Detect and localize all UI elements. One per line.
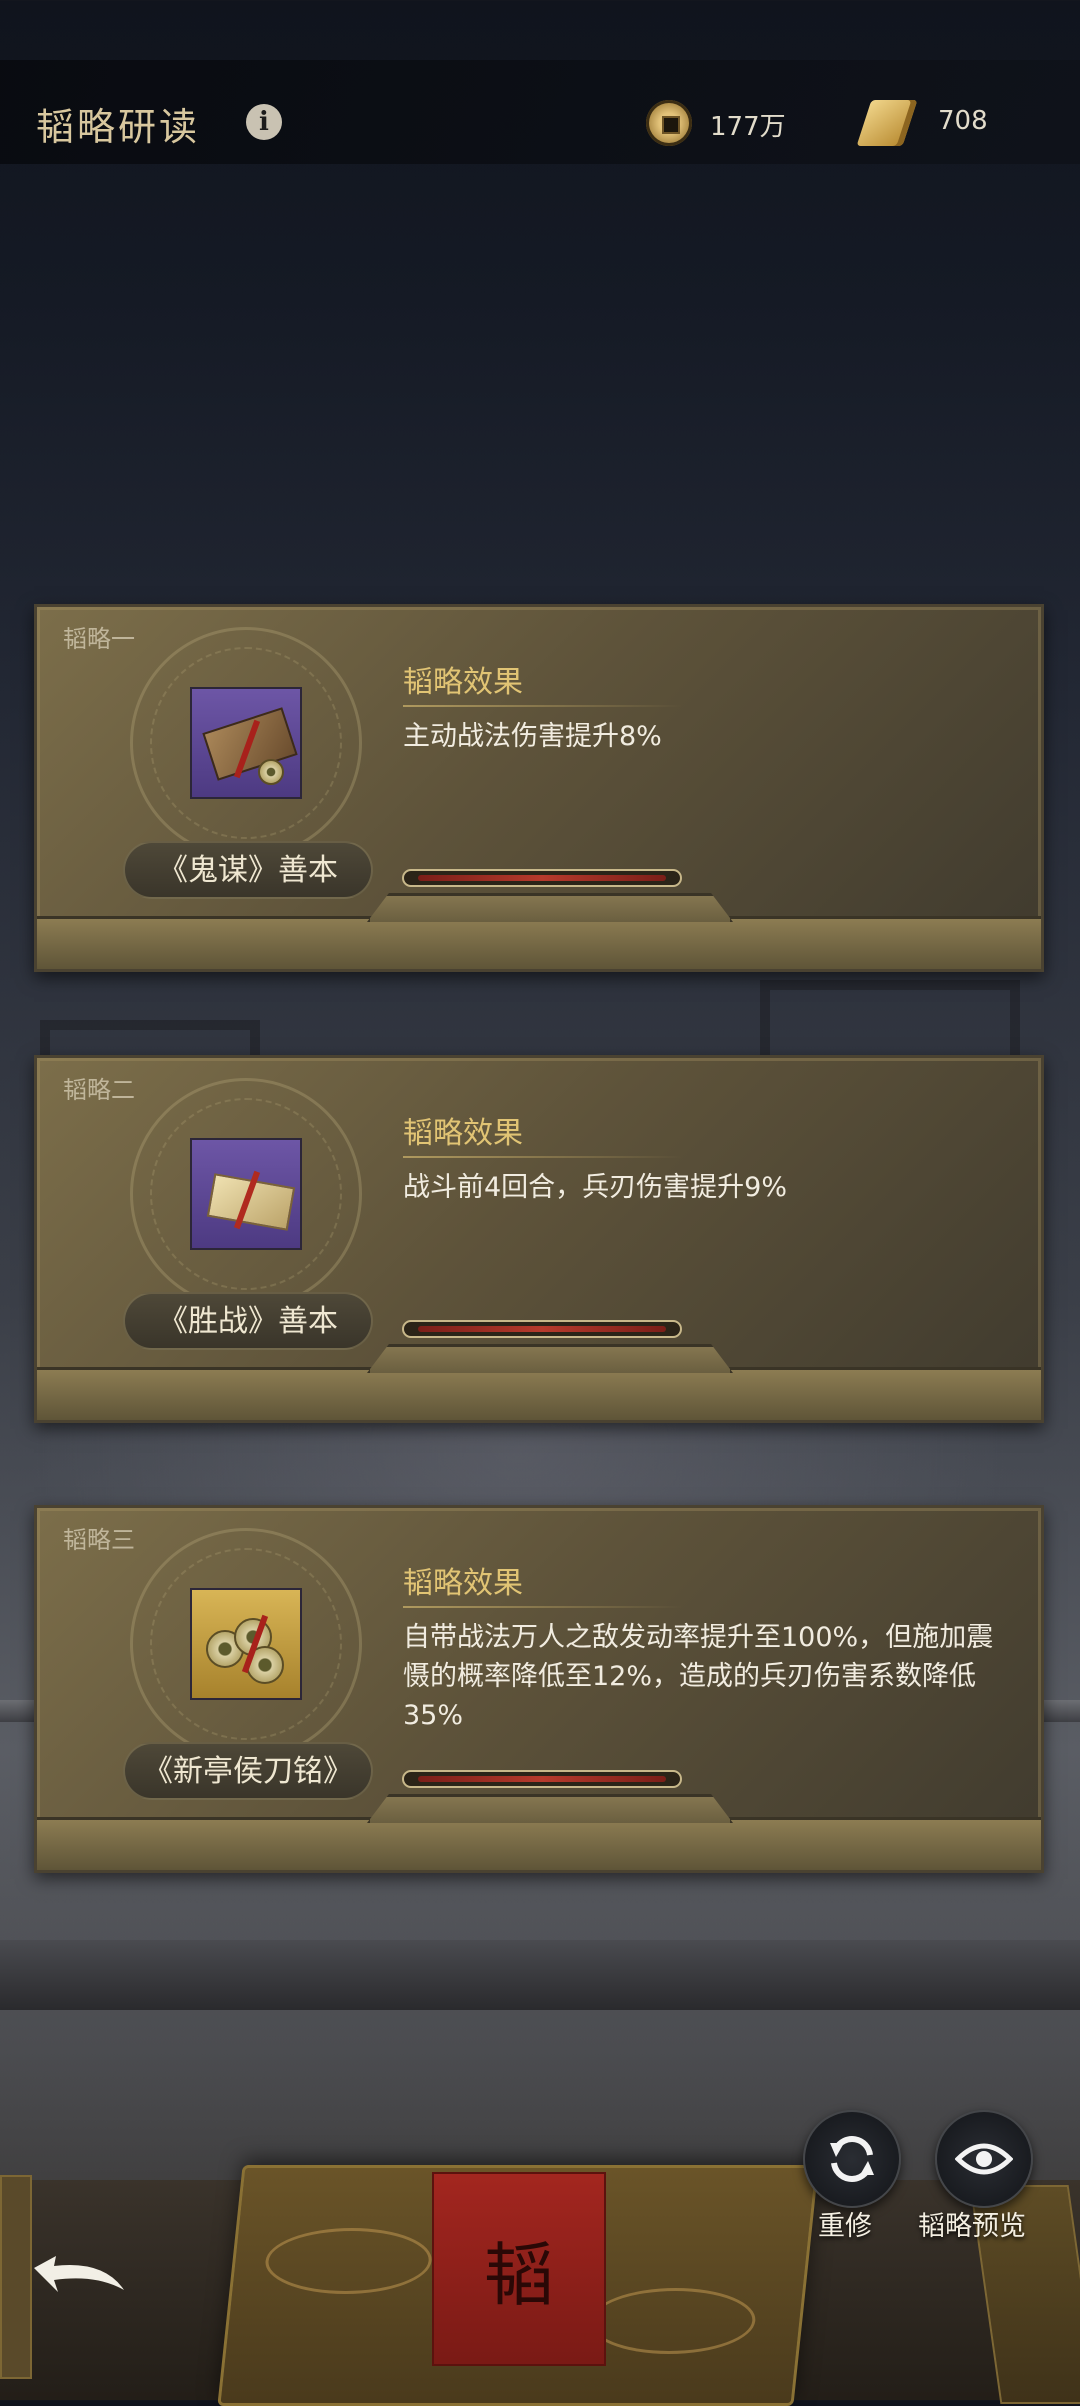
card-ornament-bar xyxy=(402,1320,682,1338)
ancient-book-icon[interactable] xyxy=(190,1138,302,1250)
effect-title: 韬略效果 xyxy=(403,1566,523,1601)
card-rail xyxy=(37,1794,1041,1870)
effect-divider xyxy=(403,705,683,707)
back-arrow-icon xyxy=(34,2256,124,2292)
book-name-badge: 《鬼谋》善本 xyxy=(123,841,373,899)
bamboo-scroll-icon[interactable] xyxy=(190,1588,302,1700)
strategy-card-3[interactable]: 韬略三 《新亭侯刀铭》 韬略效果 自带战法万人之敌发动率提升至100%，但施加震… xyxy=(34,1505,1044,1873)
coin-amount: 177万 xyxy=(710,112,786,142)
card-ornament-bar xyxy=(402,1770,682,1788)
scroll-amount: 708 xyxy=(938,106,988,136)
book-name-badge: 《胜战》善本 xyxy=(123,1292,373,1350)
ancient-book-icon[interactable] xyxy=(190,687,302,799)
card-slot-label: 韬略二 xyxy=(63,1076,135,1104)
card-rail xyxy=(37,1344,1041,1420)
card-slot-label: 韬略一 xyxy=(63,625,135,653)
header-bar: 韬略研读 i 177万 708 xyxy=(0,60,1080,164)
reforge-label: 重修 xyxy=(818,2211,872,2242)
book-name-badge: 《新亭侯刀铭》 xyxy=(123,1742,373,1800)
effect-title: 韬略效果 xyxy=(403,1116,523,1151)
scroll-icon xyxy=(856,100,918,146)
strategy-card-2[interactable]: 韬略二 《胜战》善本 韬略效果 战斗前4回合，兵刃伤害提升9% xyxy=(34,1055,1044,1423)
back-button[interactable] xyxy=(26,2250,130,2310)
effect-description: 战斗前4回合，兵刃伤害提升9% xyxy=(403,1172,788,1203)
background-shelf xyxy=(0,1940,1080,2010)
reforge-button[interactable] xyxy=(803,2110,901,2208)
book-seal-emblem: 韬 xyxy=(432,2172,606,2366)
info-icon[interactable]: i xyxy=(246,104,282,140)
card-rail xyxy=(37,893,1041,969)
strategy-card-1[interactable]: 韬略一 《鬼谋》善本 韬略效果 主动战法伤害提升8% xyxy=(34,604,1044,972)
page-title: 韬略研读 xyxy=(36,105,201,149)
effect-description: 自带战法万人之敌发动率提升至100%，但施加震慑的概率降低至12%，造成的兵刃伤… xyxy=(403,1622,994,1731)
effect-divider xyxy=(403,1606,683,1608)
card-slot-label: 韬略三 xyxy=(63,1526,135,1554)
eye-icon xyxy=(955,2143,1013,2175)
effect-title: 韬略效果 xyxy=(403,665,523,700)
effect-divider xyxy=(403,1156,683,1158)
preview-label: 韬略预览 xyxy=(918,2211,1026,2242)
preview-button[interactable] xyxy=(935,2110,1033,2208)
refresh-icon xyxy=(830,2136,874,2182)
card-ornament-bar xyxy=(402,869,682,887)
copper-coin-icon xyxy=(646,100,692,146)
effect-description: 主动战法伤害提升8% xyxy=(403,721,662,752)
